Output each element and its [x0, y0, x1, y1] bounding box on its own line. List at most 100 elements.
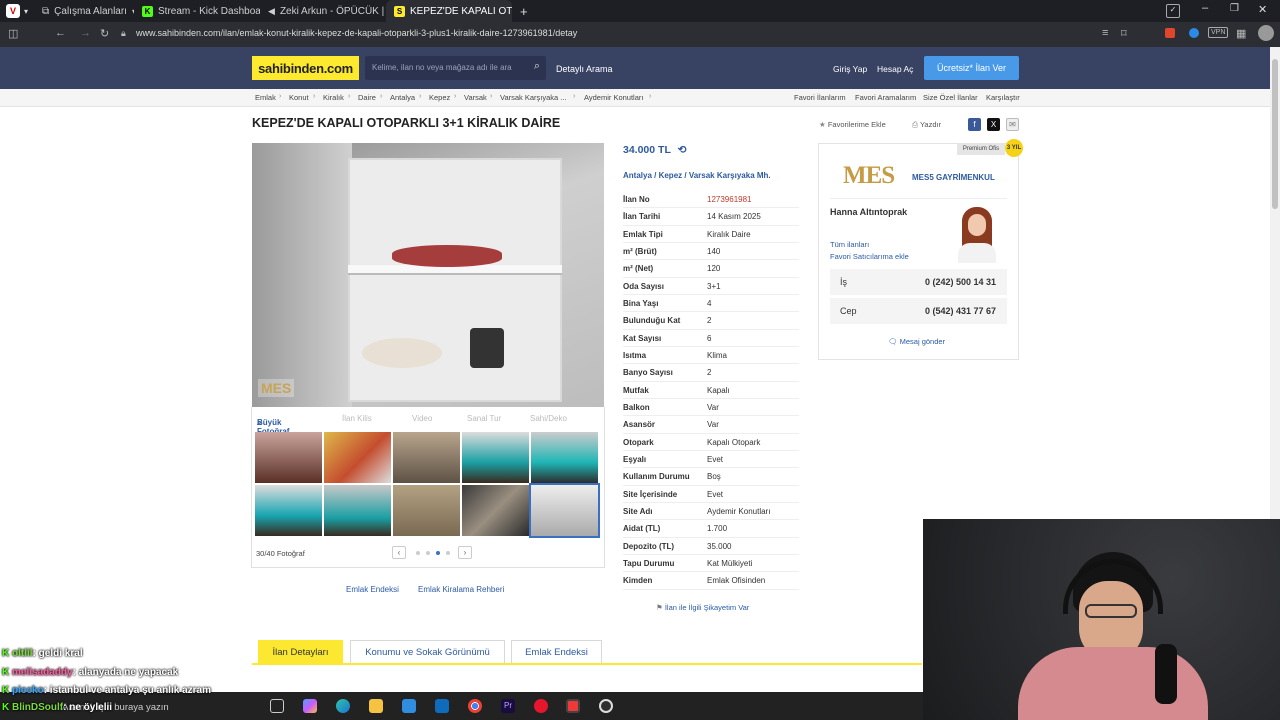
reader-icon[interactable]: ≡: [1102, 27, 1108, 39]
copilot-icon[interactable]: [303, 699, 317, 713]
close-icon[interactable]: ✕: [1258, 3, 1267, 16]
reload-icon[interactable]: ↻: [100, 27, 109, 40]
premiere-icon[interactable]: Pr: [501, 699, 515, 713]
seller-logo[interactable]: MES: [843, 162, 895, 190]
back-icon[interactable]: ←: [55, 27, 66, 39]
emlak-endeksi-link[interactable]: Emlak Endeksi: [346, 585, 399, 594]
thumbnail[interactable]: [255, 485, 322, 536]
file-explorer-icon[interactable]: [369, 699, 383, 713]
add-favorite-link[interactable]: ★ Favorilerime Ekle: [819, 120, 886, 129]
breadcrumb-item[interactable]: Kepez: [429, 93, 450, 102]
tab-workspaces[interactable]: ⧉ Çalışma Alanları ▾: [34, 0, 134, 22]
history-icon[interactable]: ⟲: [678, 144, 687, 156]
url-field[interactable]: www.sahibinden.com/ilan/emlak-konut-kira…: [136, 28, 577, 38]
breadcrumb-item[interactable]: Varsak Karşıyaka ...: [500, 93, 567, 102]
breadcrumb-item[interactable]: Antalya: [390, 93, 415, 102]
prev-photo-button[interactable]: ‹: [392, 546, 406, 559]
tab-listing-details[interactable]: İlan Detayları: [258, 640, 343, 664]
phone-number[interactable]: 0 (242) 500 14 31: [925, 277, 996, 287]
chevron-down-icon[interactable]: ▾: [24, 7, 28, 16]
x-twitter-icon[interactable]: X: [987, 118, 1000, 131]
send-message-link[interactable]: 🗨︎ Mesaj gönder: [888, 337, 945, 346]
detailed-search-link[interactable]: Detaylı Arama: [556, 64, 613, 74]
print-link[interactable]: ⎙ Yazdır: [912, 120, 941, 130]
phone-number[interactable]: 0 (542) 431 77 67: [925, 306, 996, 316]
all-ads-link[interactable]: Tüm ilanları: [830, 240, 869, 249]
extension-icon[interactable]: [1165, 28, 1175, 38]
obs-icon[interactable]: [599, 699, 613, 713]
sahi-link[interactable]: Sahi/Deko: [530, 414, 567, 423]
store-icon[interactable]: [402, 699, 416, 713]
location-item[interactable]: Kepez: [659, 171, 683, 180]
pager-dot[interactable]: [436, 551, 440, 555]
video-link[interactable]: Video: [412, 414, 432, 423]
forward-icon[interactable]: →: [80, 27, 91, 39]
minimize-icon[interactable]: –: [1202, 2, 1208, 14]
post-ad-button[interactable]: Ücretsiz* İlan Ver: [924, 56, 1019, 80]
complain-link[interactable]: ⚑ İlan ile İlgili Şikayetim Var: [656, 603, 749, 612]
email-icon[interactable]: ✉: [1006, 118, 1019, 131]
new-tab-icon[interactable]: +: [520, 4, 528, 19]
thumbnail[interactable]: [531, 432, 598, 483]
calculator-icon[interactable]: ▦: [1236, 27, 1246, 40]
breadcrumb-right-item[interactable]: Favori Aramalarım: [855, 93, 916, 102]
tab-emlak-index[interactable]: Emlak Endeksi: [511, 640, 602, 664]
vivaldi-taskbar-icon[interactable]: [566, 699, 580, 713]
breadcrumb-item[interactable]: Kiralık: [323, 93, 344, 102]
task-view-icon[interactable]: [270, 699, 284, 713]
thumbnail[interactable]: [324, 432, 391, 483]
panel-toggle-icon[interactable]: ◫: [8, 27, 18, 40]
main-photo[interactable]: MES: [252, 143, 604, 407]
location-item[interactable]: Varsak Karşıyaka Mh.: [689, 171, 771, 180]
edge-icon[interactable]: [336, 699, 350, 713]
next-photo-button[interactable]: ›: [458, 546, 472, 559]
thumbnail[interactable]: [393, 432, 460, 483]
pager-dot[interactable]: [446, 551, 450, 555]
browser-menu[interactable]: V ▾: [0, 4, 34, 18]
thumbnail[interactable]: [462, 432, 529, 483]
vivaldi-icon[interactable]: V: [6, 4, 20, 18]
thumbnail[interactable]: [324, 485, 391, 536]
breadcrumb-item[interactable]: Emlak: [255, 93, 276, 102]
register-link[interactable]: Hesap Aç: [877, 64, 913, 74]
breadcrumb-right-item[interactable]: Favori İlanlarım: [794, 93, 846, 102]
tab-sahibinden[interactable]: S KEPEZ'DE KAPALI OTOPARK: [386, 0, 513, 22]
breadcrumb-right-item[interactable]: Size Özel İlanlar: [923, 93, 978, 102]
pager-dot[interactable]: [416, 551, 420, 555]
tab-zeki-arkun[interactable]: ◀ Zeki Arkun - ÖPÜCÜK | Mu: [260, 0, 386, 22]
vpn-icon[interactable]: VPN: [1208, 27, 1229, 38]
profile-avatar[interactable]: [1258, 25, 1274, 41]
search-icon[interactable]: ⌕: [534, 60, 540, 73]
tab-list-icon[interactable]: ✓: [1166, 4, 1180, 18]
breadcrumb-item[interactable]: Varsak: [464, 93, 487, 102]
facebook-icon[interactable]: f: [968, 118, 981, 131]
breadcrumb-right-item[interactable]: Karşılaştır: [986, 93, 1020, 102]
chrome-icon[interactable]: [468, 699, 482, 713]
thumbnail[interactable]: [393, 485, 460, 536]
seller-company[interactable]: MES5 GAYRİMENKUL: [912, 173, 995, 182]
favorite-seller-link[interactable]: Favori Satıcılarıma ekle: [830, 252, 909, 261]
login-link[interactable]: Giriş Yap: [833, 64, 867, 74]
map-link[interactable]: İlan Kilis: [342, 414, 372, 423]
location-item[interactable]: Antalya: [623, 171, 652, 180]
breadcrumb-item[interactable]: Aydemir Konutları: [584, 93, 643, 102]
tab-location-street[interactable]: Konumu ve Sokak Görünümü: [350, 640, 505, 664]
thumbnail[interactable]: [462, 485, 529, 536]
opera-icon[interactable]: [534, 699, 548, 713]
pager-dot[interactable]: [426, 551, 430, 555]
rental-guide-link[interactable]: Emlak Kiralama Rehberi: [418, 585, 504, 594]
bookmark-icon[interactable]: ⌑: [1121, 27, 1127, 40]
tab-kick-dashboard[interactable]: K Stream - Kick Dashboard: [134, 0, 260, 22]
site-logo[interactable]: sahibinden.com: [252, 56, 359, 80]
page-scrollbar[interactable]: [1270, 47, 1280, 519]
work-phone-row[interactable]: İş 0 (242) 500 14 31: [830, 269, 1007, 295]
breadcrumb-item[interactable]: Daire: [358, 93, 376, 102]
mobile-phone-row[interactable]: Cep 0 (542) 431 77 67: [830, 298, 1007, 324]
virtual-tour-link[interactable]: Sanal Tur: [467, 414, 501, 423]
outlook-icon[interactable]: [435, 699, 449, 713]
breadcrumb-item[interactable]: Konut: [289, 93, 309, 102]
thumbnail[interactable]: [255, 432, 322, 483]
maximize-icon[interactable]: ❐: [1230, 3, 1239, 14]
extension-icon[interactable]: [1189, 28, 1199, 38]
search-input[interactable]: Kelime, ilan no veya mağaza adı ile ara …: [365, 56, 546, 80]
